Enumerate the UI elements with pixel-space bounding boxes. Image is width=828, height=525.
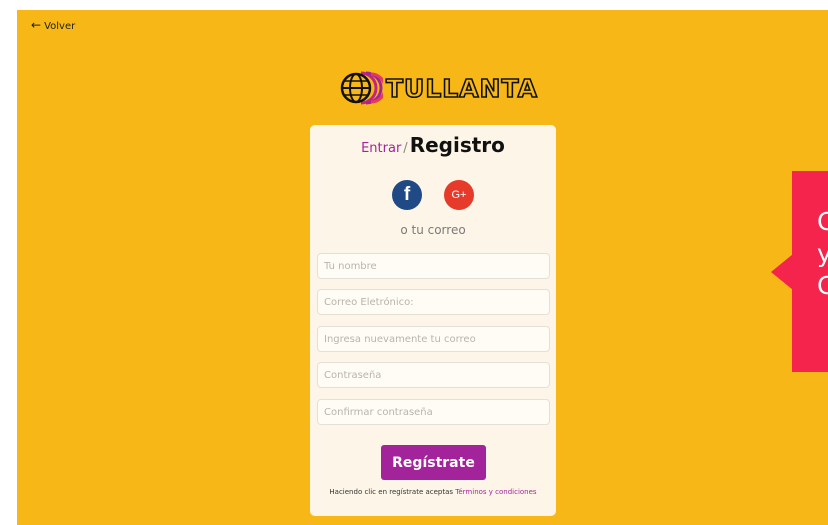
popup-line-1: C <box>817 207 828 236</box>
social-login: f G+ <box>310 180 556 210</box>
back-link-label: Volver <box>44 21 76 32</box>
or-divider-text: o tu correo <box>400 223 466 237</box>
logo: TULLANTA <box>339 70 538 106</box>
arrow-left-icon: ← <box>31 18 42 32</box>
terms-notice: Haciendo clic en regístrate aceptas Térm… <box>310 488 556 496</box>
google-plus-button[interactable]: G+ <box>444 180 474 210</box>
form-title: Registro <box>409 133 505 157</box>
back-link[interactable]: ← Volver <box>31 18 75 32</box>
logo-text: TULLANTA <box>385 73 538 104</box>
heading-separator: / <box>403 141 408 156</box>
side-popup-text: C y C <box>817 206 828 302</box>
globe-logo-icon <box>340 71 383 105</box>
login-link[interactable]: Entrar <box>361 141 401 156</box>
email-input[interactable] <box>317 289 550 315</box>
popup-line-3: C <box>817 271 828 300</box>
password-confirm-input[interactable] <box>317 399 550 425</box>
password-input[interactable] <box>317 362 550 388</box>
facebook-button[interactable]: f <box>392 180 422 210</box>
terms-prefix: Haciendo clic en regístrate aceptas <box>329 488 456 496</box>
form-heading: Entrar / Registro <box>310 133 556 157</box>
facebook-icon: f <box>403 184 411 205</box>
name-input[interactable] <box>317 253 550 279</box>
page-background: ← Volver TULLANTA Entrar / Registro f G+ o <box>17 10 828 525</box>
terms-link[interactable]: Términos y condiciones <box>455 488 536 496</box>
google-plus-icon: G+ <box>451 189 467 201</box>
registration-card: Entrar/Registro f G+ o tu correo Regístr… <box>310 125 556 516</box>
register-button[interactable]: Regístrate <box>381 445 486 480</box>
popup-line-2: y <box>817 239 828 268</box>
email-confirm-input[interactable] <box>317 326 550 352</box>
popup-pointer <box>771 254 793 290</box>
